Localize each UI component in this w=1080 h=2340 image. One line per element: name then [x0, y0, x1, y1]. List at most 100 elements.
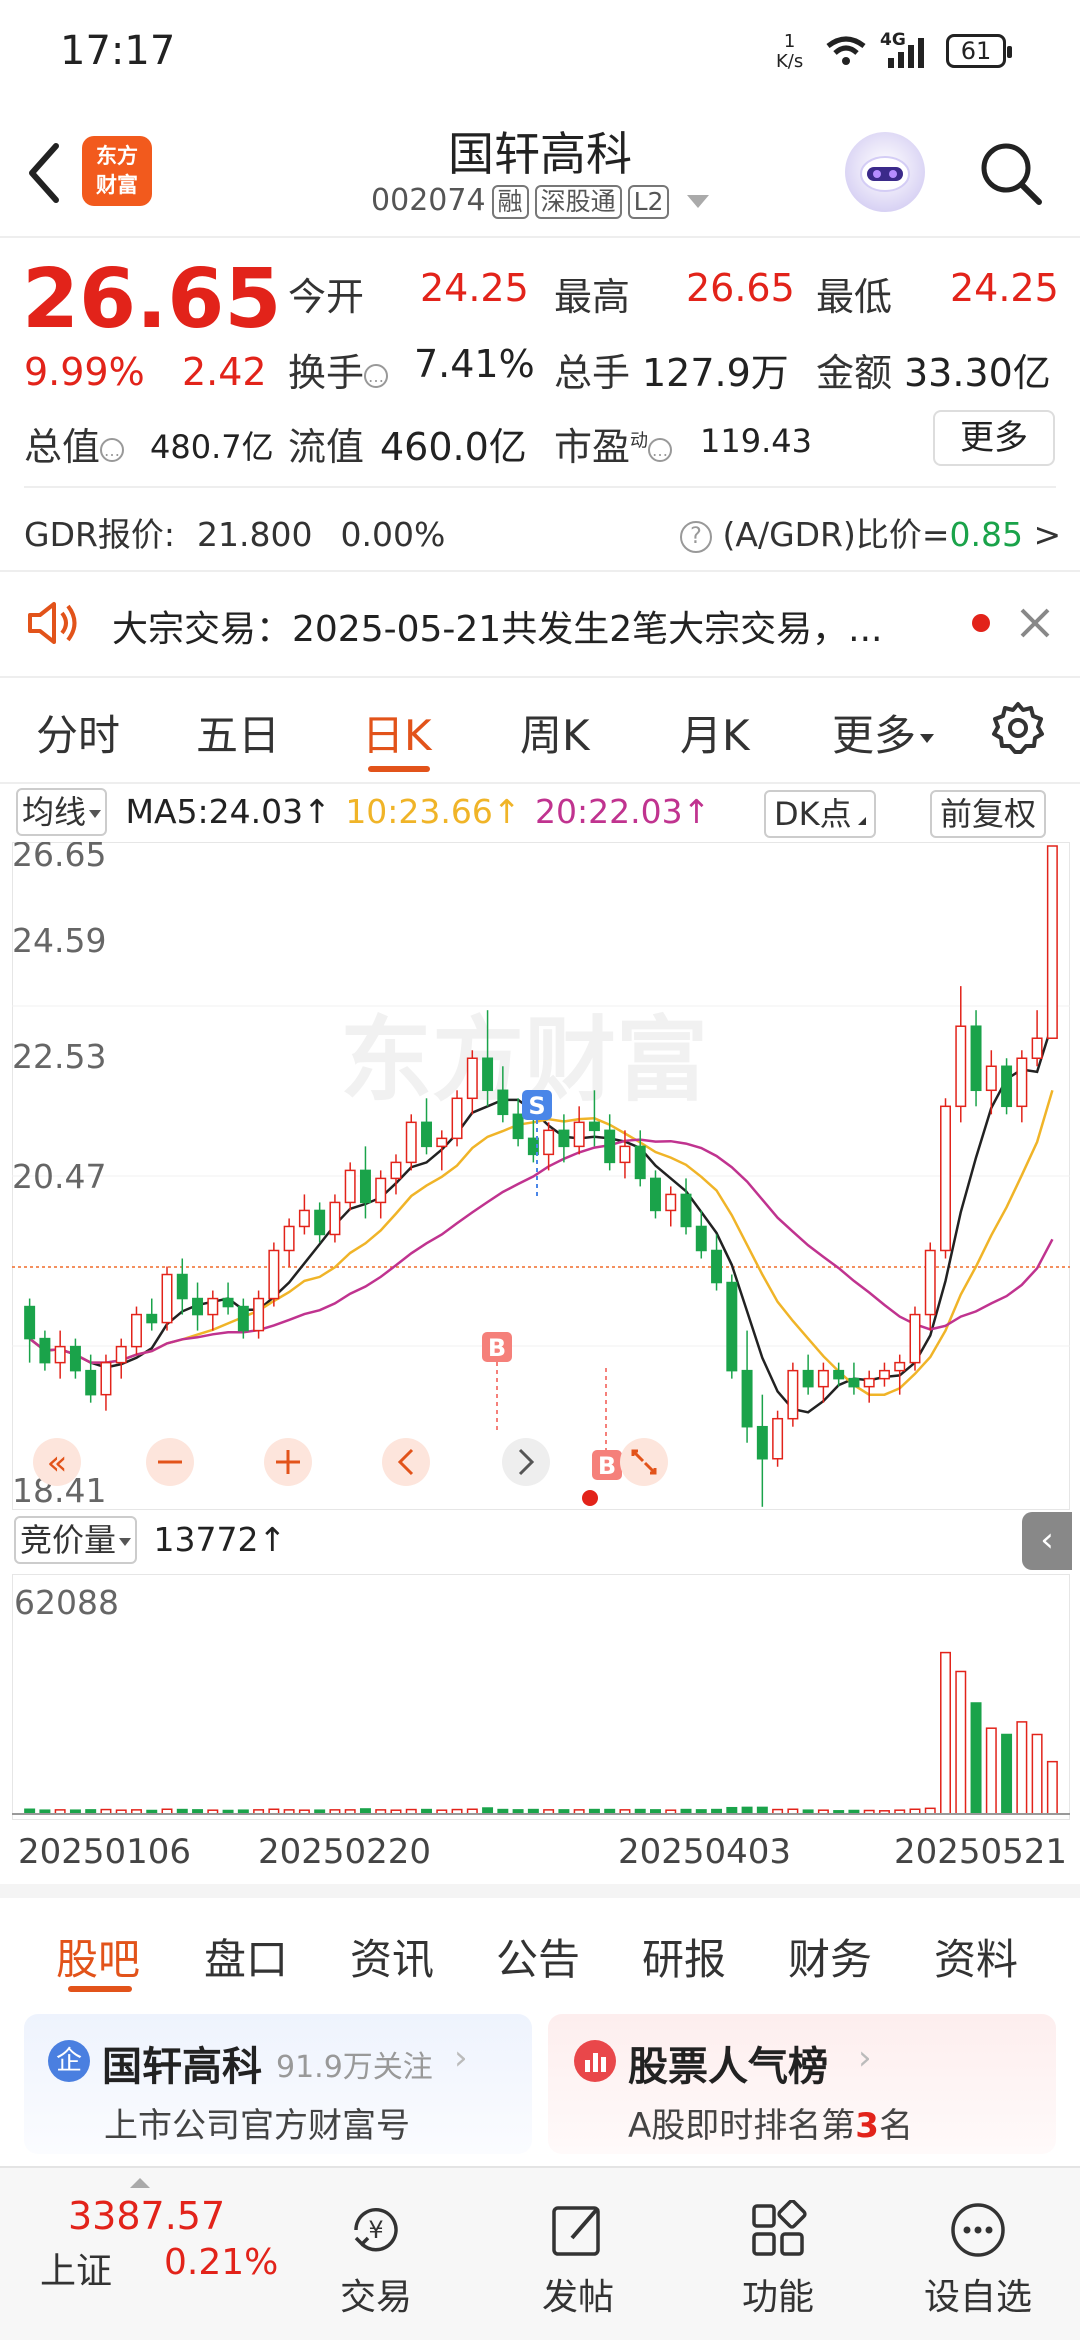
- ma-select[interactable]: 均线: [16, 788, 108, 836]
- tag-connect: 深股通: [534, 185, 622, 219]
- current-price: 26.65: [22, 252, 282, 347]
- volume-select[interactable]: 竞价量: [14, 1516, 138, 1564]
- company-account-card[interactable]: 企 国轩高科 91.9万关注 › 上市公司官方财富号: [24, 2014, 532, 2154]
- gdr-ratio-label: (A/GDR)比价=: [722, 515, 950, 554]
- date-tick: 20250106: [18, 1832, 192, 1872]
- nav-watchlist-label: 设自选: [923, 2277, 1032, 2318]
- zoom-out-button[interactable]: [146, 1438, 194, 1486]
- tab-daily-k[interactable]: 日K: [362, 702, 432, 763]
- tab-announcements[interactable]: 公告: [496, 1926, 580, 1987]
- nav-functions-label: 功能: [741, 2277, 814, 2318]
- tag-level2: L2: [627, 185, 670, 219]
- change-percent: 9.99%: [24, 350, 145, 394]
- quote-divider: [24, 486, 1056, 488]
- candle: [268, 1242, 280, 1307]
- signal-icon: [888, 38, 924, 68]
- nav-watchlist[interactable]: 设自选: [908, 2200, 1048, 2320]
- corner-triangle-icon: [857, 817, 866, 825]
- notice-bottom-divider: [0, 676, 1080, 678]
- fullscreen-button[interactable]: [620, 1438, 668, 1486]
- apps-grid-icon: [752, 2200, 807, 2256]
- card2-subtitle-pre: A股即时排名第: [628, 2106, 856, 2146]
- robot-assistant-avatar[interactable]: [845, 132, 925, 212]
- volume-bar: [970, 1702, 982, 1815]
- alert-dot: [582, 1490, 598, 1506]
- logo-line1: 东方: [96, 144, 138, 168]
- gdr-ratio[interactable]: ? (A/GDR)比价=0.85 >: [680, 508, 1061, 556]
- card1-subtitle: 上市公司官方财富号: [104, 2106, 410, 2146]
- logo-line2: 财富: [96, 173, 138, 197]
- watchlist-icon: [951, 2203, 1005, 2257]
- info-icon[interactable]: …: [648, 437, 673, 462]
- header-divider: [0, 236, 1080, 238]
- nav-post-label: 发帖: [541, 2277, 614, 2318]
- close-icon[interactable]: [1018, 606, 1052, 640]
- tab-monthly-k[interactable]: 月K: [680, 702, 750, 763]
- tab-guba[interactable]: 股吧: [56, 1926, 140, 1987]
- settings-gear-icon[interactable]: [990, 700, 1046, 756]
- stock-code: 002074: [371, 183, 486, 218]
- popularity-rank-card[interactable]: 股票人气榜 › A股即时排名第3名: [548, 2014, 1056, 2154]
- volume-value: 13772↑: [153, 1520, 287, 1559]
- index-ticker[interactable]: 3387.57 上证 0.21%: [20, 2178, 280, 2328]
- jump-start-button[interactable]: «: [33, 1438, 81, 1486]
- volume-bar: [955, 1670, 967, 1815]
- y-label-3: 22.53: [12, 1037, 106, 1076]
- tab-weekly-k[interactable]: 周K: [520, 702, 590, 763]
- pe-sup: 动: [630, 430, 649, 452]
- tab-news[interactable]: 资讯: [350, 1926, 434, 1987]
- tab-research[interactable]: 研报: [642, 1926, 726, 1987]
- app-logo[interactable]: 东方 财富: [82, 136, 152, 206]
- volume-bar: [1016, 1721, 1028, 1815]
- y-label-4: 20.47: [12, 1157, 106, 1196]
- bar-chart-icon: [574, 2040, 616, 2082]
- nav-trade[interactable]: ¥ 交易: [306, 2200, 446, 2320]
- help-icon: ?: [680, 520, 712, 553]
- date-tick: 20250220: [258, 1832, 432, 1872]
- kline-chart[interactable]: 东方财富 26.65 24.59 22.53 20.47 18.41 B S B…: [12, 842, 1070, 1510]
- back-button[interactable]: [22, 138, 72, 208]
- tab-pankou[interactable]: 盘口: [204, 1926, 288, 1987]
- pe-value: 119.43: [700, 422, 812, 460]
- tab-more[interactable]: 更多: [832, 702, 935, 763]
- notice-text[interactable]: 大宗交易：2025-05-21共发生2笔大宗交易，...: [112, 600, 932, 652]
- low-label: 最低: [816, 275, 893, 319]
- tab-finance[interactable]: 财务: [788, 1926, 872, 1987]
- ma-select-label: 均线: [22, 793, 87, 831]
- prev-button[interactable]: [382, 1438, 430, 1486]
- gdr-row: GDR报价: 21.800 0.00%: [24, 508, 445, 556]
- info-icon[interactable]: …: [100, 437, 125, 462]
- caret-down-icon: [686, 195, 709, 208]
- zoom-in-button[interactable]: [264, 1438, 312, 1486]
- side-collapse-button[interactable]: ‹: [1022, 1512, 1072, 1570]
- tabs-divider: [0, 782, 1080, 784]
- date-axis: 20250106 20250220 20250403 20250521: [0, 1832, 1080, 1876]
- section-gap: [0, 1884, 1080, 1898]
- info-icon[interactable]: …: [364, 363, 389, 388]
- sell-marker-label: S: [528, 1092, 545, 1120]
- search-icon[interactable]: [975, 138, 1045, 208]
- next-button[interactable]: [502, 1438, 550, 1486]
- unread-dot: [972, 614, 990, 632]
- nav-functions[interactable]: 功能: [708, 2200, 848, 2320]
- more-button[interactable]: 更多: [933, 410, 1055, 466]
- card2-subtitle: A股即时排名第3名: [628, 2098, 913, 2147]
- adjust-button[interactable]: 前复权: [930, 790, 1047, 838]
- ma20-value: 20:22.03↑: [535, 792, 711, 831]
- edit-icon: [552, 2206, 600, 2256]
- robot-icon: [860, 156, 910, 192]
- card2-subtitle-post: 名: [878, 2106, 913, 2146]
- tab-profile[interactable]: 资料: [934, 1926, 1018, 1987]
- active-bottom-tab-indicator: [68, 1986, 132, 1992]
- nav-post[interactable]: 发帖: [508, 2200, 648, 2320]
- float-value: 460.0亿: [380, 425, 527, 469]
- volume-value: 127.9万: [642, 351, 789, 395]
- tab-five-day[interactable]: 五日: [196, 702, 280, 763]
- candle: [451, 1090, 463, 1147]
- buy-marker-label: B: [598, 1452, 616, 1480]
- tab-intraday[interactable]: 分时: [36, 702, 120, 763]
- dk-point-button[interactable]: DK点: [764, 790, 876, 838]
- gdr-arrow: >: [1033, 515, 1062, 554]
- svg-text:¥: ¥: [368, 2216, 383, 2244]
- stock-code-row[interactable]: 002074 融深股通 L2: [340, 183, 740, 219]
